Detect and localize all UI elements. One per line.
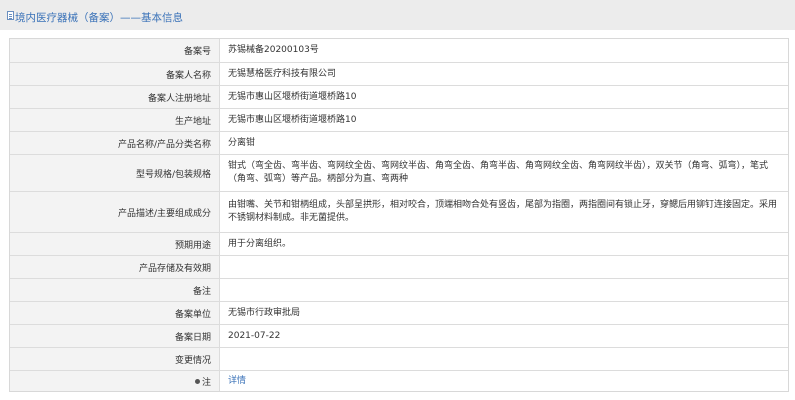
table-row-production-address: 生产地址 无锡市惠山区堰桥街道堰桥路10 — [10, 109, 788, 132]
table-row-intended-use: 预期用途 用于分离组织。 — [10, 233, 788, 256]
row-value — [228, 279, 780, 301]
row-label: 备案单位 — [10, 302, 220, 324]
row-value: 无锡市惠山区堰桥街道堰桥路10 — [228, 91, 357, 102]
row-value: 2021-07-22 — [228, 330, 281, 341]
table-row-note: 注 详情 — [10, 371, 788, 391]
row-value: 由钳嘴、关节和钳柄组成，头部呈拱形，相对咬合，顶端相吻合处有竖齿，尾部为指圈，两… — [228, 192, 780, 232]
row-label: 产品名称/产品分类名称 — [10, 132, 220, 154]
row-value: 详情 — [228, 371, 780, 391]
document-icon — [7, 11, 14, 20]
table-row-storage: 产品存储及有效期 — [10, 256, 788, 279]
table-row-remarks: 备注 — [10, 279, 788, 302]
row-value-text: 由钳嘴、关节和钳柄组成，头部呈拱形，相对咬合，顶端相吻合处有竖齿，尾部为指圈，两… — [228, 200, 778, 223]
table-row-filing-date: 备案日期 2021-07-22 — [10, 325, 788, 348]
row-value — [228, 256, 780, 278]
row-value: 用于分离组织。 — [228, 238, 292, 249]
note-icon — [194, 378, 200, 384]
page-header: 境内医疗器械（备案）——基本信息 — [0, 0, 795, 30]
row-label: 备注 — [10, 279, 220, 301]
row-value: 苏锡械备20200103号 — [228, 45, 319, 55]
row-label: 生产地址 — [10, 109, 220, 131]
row-label: 变更情况 — [10, 348, 220, 370]
row-label: 型号规格/包装规格 — [10, 155, 220, 191]
table-row-description: 产品描述/主要组成成分 由钳嘴、关节和钳柄组成，头部呈拱形，相对咬合，顶端相吻合… — [10, 192, 788, 233]
page-title: 境内医疗器械（备案）——基本信息 — [15, 12, 183, 24]
row-label: 产品描述/主要组成成分 — [10, 192, 220, 232]
row-value: 无锡市惠山区堰桥街道堰桥路10 — [228, 114, 357, 125]
table-row-change-status: 变更情况 — [10, 348, 788, 371]
row-label: 备案人注册地址 — [10, 86, 220, 108]
note-label-text: 注 — [201, 377, 211, 388]
row-label: 备案日期 — [10, 325, 220, 347]
table-row-registrant-name: 备案人名称 无锡慧格医疗科技有限公司 — [10, 63, 788, 86]
row-label: 注 — [10, 371, 220, 391]
table-row-filing-unit: 备案单位 无锡市行政审批局 — [10, 302, 788, 325]
row-value: 分离钳 — [228, 137, 256, 148]
table-row-model-spec: 型号规格/包装规格 钳式（弯全齿、弯半齿、弯网纹全齿、弯网纹半齿、角弯全齿、角弯… — [10, 155, 788, 192]
row-label: 备案人名称 — [10, 63, 220, 85]
info-table: 备案号 苏锡械备20200103号 备案人名称 无锡慧格医疗科技有限公司 备案人… — [9, 38, 789, 392]
row-value — [228, 348, 780, 370]
row-label: 产品存储及有效期 — [10, 256, 220, 278]
row-value: 无锡慧格医疗科技有限公司 — [228, 68, 337, 79]
row-value-text: 钳式（弯全齿、弯半齿、弯网纹全齿、弯网纹半齿、角弯全齿、角弯半齿、角弯网纹全齿、… — [228, 161, 769, 184]
row-value: 无锡市行政审批局 — [228, 307, 301, 318]
row-label: 备案号 — [10, 39, 220, 62]
row-label: 预期用途 — [10, 233, 220, 255]
table-row-registrant-address: 备案人注册地址 无锡市惠山区堰桥街道堰桥路10 — [10, 86, 788, 109]
row-value: 钳式（弯全齿、弯半齿、弯网纹全齿、弯网纹半齿、角弯全齿、角弯半齿、角弯网纹全齿、… — [228, 155, 780, 191]
table-row-record-number: 备案号 苏锡械备20200103号 — [10, 39, 788, 63]
details-link[interactable]: 详情 — [228, 375, 246, 388]
table-row-product-name: 产品名称/产品分类名称 分离钳 — [10, 132, 788, 155]
